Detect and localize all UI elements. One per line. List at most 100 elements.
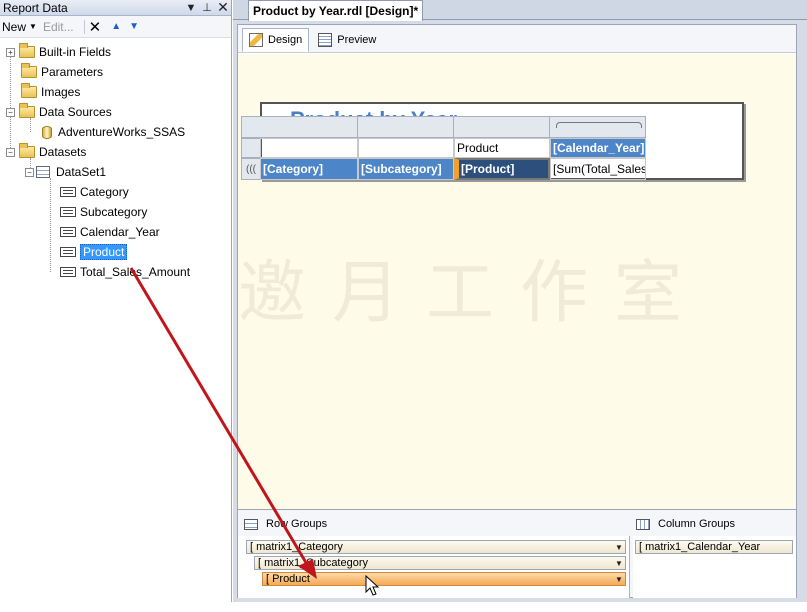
- column-handle[interactable]: [260, 116, 358, 138]
- tree-field-total-sales-amount[interactable]: Total_Sales_Amount: [0, 262, 231, 282]
- preview-icon: [318, 33, 333, 47]
- column-group-calendar-year[interactable]: [ matrix1_Calendar_Year: [635, 540, 793, 554]
- tree-node-label: Datasets: [39, 145, 87, 159]
- collapse-icon[interactable]: −: [6, 107, 15, 117]
- delete-icon[interactable]: ✕: [89, 18, 102, 36]
- tree-field-subcategory[interactable]: Subcategory: [0, 202, 231, 222]
- collapse-icon[interactable]: −: [25, 167, 34, 177]
- tree-node-label: Built-in Fields: [39, 45, 112, 59]
- database-icon: [42, 125, 52, 139]
- tree-node-label: Calendar_Year: [80, 225, 160, 239]
- report-data-toolbar: New ▼ Edit... ✕ ▲ ▼: [0, 16, 231, 38]
- toolbar-separator: [83, 19, 85, 34]
- pencil-icon: [249, 33, 263, 47]
- tab-preview[interactable]: Preview: [311, 28, 383, 52]
- matrix-cell-subcategory[interactable]: [Subcategory]: [358, 158, 454, 180]
- field-icon: [60, 227, 76, 237]
- tree-node-label: Parameters: [41, 65, 104, 79]
- document-area: Product by Year.rdl [Design]* Design Pre…: [233, 0, 807, 602]
- tree-field-calendar-year[interactable]: Calendar_Year: [0, 222, 231, 242]
- new-label: New: [2, 19, 27, 34]
- edit-button[interactable]: Edit...: [43, 20, 74, 34]
- tree-node-data-sources[interactable]: − Data Sources: [0, 102, 231, 122]
- folder-icon: [21, 83, 37, 98]
- view-tabs: Design Preview: [238, 25, 796, 53]
- group-item-label: matrix1_Subcategory: [264, 557, 369, 569]
- chevron-down-icon[interactable]: ▼: [613, 575, 625, 584]
- group-bracket-icon: [: [266, 573, 270, 585]
- matrix-cell-sum[interactable]: [Sum(Total_Sales_Amount)]: [550, 158, 646, 180]
- tree-node-datasource[interactable]: AdventureWorks_SSAS: [0, 122, 231, 142]
- folder-open-icon: [19, 143, 35, 158]
- row-handle[interactable]: [241, 138, 261, 158]
- group-item-label: matrix1_Calendar_Year: [645, 541, 761, 553]
- expand-icon[interactable]: +: [6, 47, 15, 57]
- tree-node-datasets[interactable]: − Datasets: [0, 142, 231, 162]
- tab-design-label: Design: [268, 34, 303, 46]
- field-icon: [60, 267, 76, 277]
- move-up-icon[interactable]: ▲: [111, 21, 121, 32]
- report-data-title: Report Data: [3, 0, 68, 15]
- row-groups-label: Row Groups: [266, 518, 328, 530]
- row-group-category[interactable]: [ matrix1_Category ▼: [246, 540, 626, 554]
- row-groups-icon: [244, 518, 258, 530]
- report-data-titlebar: Report Data ▼ ⊥ ✕: [0, 0, 231, 16]
- close-icon[interactable]: ✕: [215, 0, 231, 16]
- move-down-icon[interactable]: ▼: [129, 21, 139, 32]
- column-groups-header: Column Groups: [636, 514, 735, 534]
- tree-node-built-in-fields[interactable]: + Built-in Fields: [0, 42, 231, 62]
- grouping-pane: Row Groups Column Groups [ matrix1_Categ…: [238, 509, 796, 598]
- tree-field-category[interactable]: Category: [0, 182, 231, 202]
- pin-icon[interactable]: ⊥: [199, 0, 215, 16]
- row-group-subcategory[interactable]: [ matrix1_Subcategory ▼: [254, 556, 626, 570]
- column-group-bracket: [556, 122, 642, 128]
- group-item-label: Product: [272, 573, 310, 585]
- field-icon: [60, 207, 76, 217]
- watermark-text: 邀月工作室: [238, 254, 709, 333]
- tree-node-parameters[interactable]: Parameters: [0, 62, 231, 82]
- column-groups-list: [ matrix1_Calendar_Year: [633, 536, 796, 598]
- report-data-tree: + Built-in Fields Parameters Images − Da…: [0, 42, 231, 282]
- new-menu-button[interactable]: New ▼: [2, 20, 37, 34]
- tree-node-label: Category: [80, 185, 129, 199]
- tree-field-product[interactable]: Product: [0, 242, 231, 262]
- tree-node-images[interactable]: Images: [0, 82, 231, 102]
- matrix-header-product[interactable]: Product: [454, 138, 550, 158]
- group-bracket-icon: [: [258, 557, 262, 569]
- folder-icon: [21, 63, 37, 78]
- tree-node-label-selected: Product: [80, 244, 128, 260]
- collapse-icon[interactable]: −: [6, 147, 15, 157]
- matrix-cell-product[interactable]: [Product]: [454, 158, 550, 180]
- chevron-down-icon[interactable]: ▼: [613, 543, 625, 552]
- tree-node-label: Subcategory: [80, 205, 148, 219]
- tree-node-label: Data Sources: [39, 105, 112, 119]
- chevron-down-icon: ▼: [29, 22, 37, 31]
- document-tab[interactable]: Product by Year.rdl [Design]*: [248, 0, 424, 21]
- tree-node-label: DataSet1: [56, 165, 107, 179]
- folder-open-icon: [19, 103, 35, 118]
- row-group-product-drop-target[interactable]: [ Product ▼: [262, 572, 626, 586]
- row-groups-list: [ matrix1_Category ▼ [ matrix1_Subcatego…: [238, 536, 630, 598]
- matrix-tablix[interactable]: Product by Year Product [Calendar_Year] …: [241, 102, 744, 180]
- matrix-corner-cell[interactable]: [260, 138, 358, 158]
- tab-preview-label: Preview: [337, 34, 377, 46]
- row-groups-header: Row Groups: [244, 514, 327, 534]
- column-handle[interactable]: [358, 116, 454, 138]
- tab-design[interactable]: Design: [242, 28, 310, 52]
- row-group-handle[interactable]: (((: [241, 158, 261, 180]
- column-handle[interactable]: [454, 116, 550, 138]
- tree-node-label: AdventureWorks_SSAS: [58, 125, 186, 139]
- column-groups-label: Column Groups: [658, 518, 736, 530]
- field-icon: [60, 187, 76, 197]
- matrix-corner-cell[interactable]: [358, 138, 454, 158]
- report-data-pane: Report Data ▼ ⊥ ✕ New ▼ Edit... ✕ ▲ ▼ + B…: [0, 0, 232, 602]
- tree-node-dataset1[interactable]: − DataSet1: [0, 162, 231, 182]
- chevron-down-icon[interactable]: ▼: [613, 559, 625, 568]
- group-bracket-icon: [: [639, 541, 643, 553]
- folder-icon: [19, 43, 35, 58]
- design-surface[interactable]: 邀月工作室 Product by Year Product [Calendar_…: [238, 54, 796, 509]
- dropdown-arrow-icon[interactable]: ▼: [183, 0, 199, 16]
- field-icon: [60, 247, 76, 257]
- matrix-cell-category[interactable]: [Category]: [260, 158, 358, 180]
- matrix-column-group-year[interactable]: [Calendar_Year]: [550, 138, 646, 158]
